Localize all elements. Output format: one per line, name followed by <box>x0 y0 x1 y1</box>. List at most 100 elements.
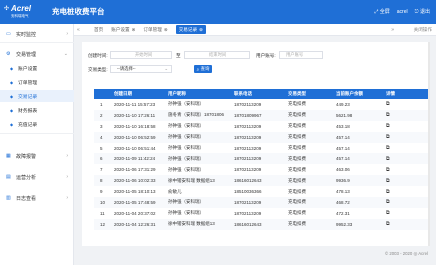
table-cell: 孙钟强（安科瑞） <box>168 166 204 172</box>
start-time-input[interactable]: 开始时间 <box>110 51 172 59</box>
table-cell: 2020-11-11 15:57:23 <box>114 101 156 107</box>
table-cell: 2020-11-10 17:26:11 <box>114 112 156 118</box>
detail-icon[interactable]: ⧉ <box>384 208 428 219</box>
table-cell: 12 <box>100 221 106 227</box>
end-time-input[interactable]: 结束时间 <box>184 51 250 59</box>
detail-icon[interactable]: ⧉ <box>384 99 428 110</box>
tab-account[interactable]: 账户设置 ⊗ <box>111 27 135 33</box>
tab-label: 账户设置 <box>111 26 130 32</box>
table-cell: 孙钟强（安科瑞） <box>168 210 204 216</box>
sidebar-item-monitor[interactable]: ▭ 实时监控 › <box>0 28 74 40</box>
table-cell: 457.14 <box>336 145 350 151</box>
detail-icon[interactable]: ⧉ <box>384 164 428 175</box>
table-row[interactable]: 9 2020-11-05 18:10:13 俞敏儿 18510036366 充电扣费 47… <box>94 186 428 197</box>
sidebar-sub-recharge[interactable]: ◆ 充值记录 <box>0 118 74 130</box>
tab-prev-icon[interactable]: « <box>77 27 80 33</box>
table-row[interactable]: 4 2020-11-10 06:52:59 孙钟强（安科瑞） 18702113209 充… <box>94 131 428 143</box>
table-cell: 孙钟强（安科瑞） <box>168 123 204 129</box>
exit-button[interactable]: ⎋ 退出 <box>415 8 430 15</box>
fullscreen-button[interactable]: ⤢ 全屏 <box>374 8 389 15</box>
table-row[interactable]: 3 2020-11-10 16:18:58 孙钟强（安科瑞） 18702113209 充… <box>94 121 428 132</box>
table-cell: 2020-11-06 10:02:33 <box>114 178 156 184</box>
detail-icon[interactable]: ⧉ <box>384 186 428 197</box>
table-row[interactable]: 11 2020-11-04 20:37:02 孙钟强（安科瑞） 18702113209… <box>94 208 428 219</box>
phone-input[interactable]: 用户账号 <box>279 51 323 59</box>
detail-icon[interactable]: ⧉ <box>384 197 428 208</box>
table-cell: 孙钟强（安科瑞） <box>168 199 204 205</box>
bullet-icon: ◆ <box>10 121 14 127</box>
sidebar-sub-label: 交易记录 <box>18 94 38 100</box>
chevron-right-icon: › <box>66 174 68 180</box>
tab-records[interactable]: 交易记录 ⊗ <box>175 25 206 34</box>
close-icon[interactable]: ⊗ <box>164 27 168 33</box>
table-cell: 徐中锴安科瑞 数据组13 <box>168 177 215 183</box>
tab-home[interactable]: 首页 <box>94 27 103 33</box>
detail-icon[interactable]: ⧉ <box>384 121 428 132</box>
detail-icon[interactable]: ⧉ <box>384 110 428 121</box>
close-actions-button[interactable]: 关闭操作 <box>414 27 432 33</box>
detail-icon[interactable]: ⧉ <box>384 153 428 164</box>
table-row[interactable]: 5 2020-11-10 06:51:44 孙钟强（安科瑞） 18702113209 充… <box>94 143 428 154</box>
exit-label: 退出 <box>419 9 430 15</box>
sidebar-item-analysis[interactable]: ▤ 运营分析 › <box>0 171 74 183</box>
table-row[interactable]: 10 2020-11-05 17:48:59 孙钟强（安科瑞） 18702113209… <box>94 197 428 208</box>
table-cell: 充电扣费 <box>288 155 306 161</box>
vertical-scrollbar[interactable] <box>428 42 430 246</box>
table-cell: 2020-11-09 11:42:24 <box>114 156 156 162</box>
sidebar-sub-orders[interactable]: ◆ 订单管理 <box>0 76 74 88</box>
detail-icon[interactable]: ⧉ <box>384 143 428 154</box>
table-row[interactable]: 12 2020-11-04 12:26:31 徐中锴安科瑞 数据组13 1861601… <box>94 218 428 230</box>
tab-next-icon[interactable]: » <box>391 27 394 33</box>
sidebar-sub-records[interactable]: ◆ 交易记录 <box>0 90 74 102</box>
table-row[interactable]: 8 2020-11-06 10:02:33 徐中锴安科瑞 数据组13 18616012… <box>94 175 428 187</box>
detail-icon[interactable]: ⧉ <box>384 132 428 143</box>
bullet-icon: ◆ <box>10 107 14 113</box>
table-cell: 充电扣费 <box>288 145 306 150</box>
sidebar-sub-account[interactable]: ◆ 账户设置 <box>0 62 74 74</box>
table-cell: 2020-11-04 20:37:02 <box>114 210 156 216</box>
detail-icon[interactable]: ⧉ <box>384 175 428 186</box>
search-button[interactable]: ⌕ 查询 <box>194 65 212 73</box>
col-detail: 详情 <box>386 91 395 96</box>
table-row[interactable]: 7 2020-11-06 17:31:29 孙钟强（安科瑞） 18702113209 充… <box>94 164 428 175</box>
sidebar-item-alarm[interactable]: ▦ 故障报警 › <box>0 150 74 162</box>
range-separator: 至 <box>176 53 181 58</box>
tab-label: 首页 <box>94 26 104 32</box>
table-cell: 充电扣费 <box>288 188 306 194</box>
table-cell: 9936.9 <box>336 178 350 184</box>
close-icon[interactable]: ⊗ <box>132 27 136 33</box>
table-cell: 1 <box>100 101 103 107</box>
logo-text: Acrel <box>11 4 32 13</box>
table-cell: 18702113209 <box>234 167 262 173</box>
table-row[interactable]: 6 2020-11-09 11:42:24 孙钟强（安科瑞） 18702113209 充… <box>94 153 428 165</box>
table-cell: 18702113209 <box>234 156 262 162</box>
table-cell: 2020-11-06 17:31:29 <box>114 167 156 173</box>
sidebar-item-label: 交易管理 <box>16 51 37 58</box>
logo-mark-icon: ✣ <box>4 6 10 12</box>
sidebar-sub-finance[interactable]: ◆ 财务报表 <box>0 104 74 116</box>
logo-subtitle: 安科瑞电气 <box>11 14 29 18</box>
log-icon: ▥ <box>6 195 11 201</box>
user-menu[interactable]: acrel <box>397 9 408 15</box>
table-cell: 453.18 <box>336 123 350 129</box>
type-select[interactable]: --请选择-- ⌄ <box>110 65 172 73</box>
table-cell: 3 <box>100 123 103 129</box>
table-cell: 18702113209 <box>234 199 262 205</box>
table-cell: 18702113209 <box>234 145 262 151</box>
top-actions: ⤢ 全屏 acrel ⎋ 退出 <box>374 8 430 16</box>
table-cell: 施冬青（安科瑞）18701806 <box>168 112 225 118</box>
col-index <box>94 89 112 99</box>
tab-label: 交易记录 <box>178 26 198 32</box>
detail-icon[interactable]: ⧉ <box>384 219 428 230</box>
tab-orders[interactable]: 订单管理 ⊗ <box>143 27 167 33</box>
table-cell: 孙钟强（安科瑞） <box>168 155 204 161</box>
table-cell: 18616012643 <box>234 178 262 184</box>
close-icon[interactable]: ⊗ <box>199 27 203 33</box>
tab-label: 订单管理 <box>143 26 162 32</box>
table-row[interactable]: 1 2020-11-11 15:57:23 孙钟强（安科瑞） 18702113209 充… <box>94 99 428 110</box>
sidebar-item-log[interactable]: ▥ 日志查看 › <box>0 192 74 204</box>
sidebar-item-trade[interactable]: ⚙ 交易管理 ⌄ <box>0 48 74 60</box>
table-row[interactable]: 2 2020-11-10 17:26:11 施冬青（安科瑞）18701806 1870… <box>94 109 428 121</box>
start-time-placeholder: 开始时间 <box>135 52 153 57</box>
fullscreen-label: 全屏 <box>379 9 390 15</box>
